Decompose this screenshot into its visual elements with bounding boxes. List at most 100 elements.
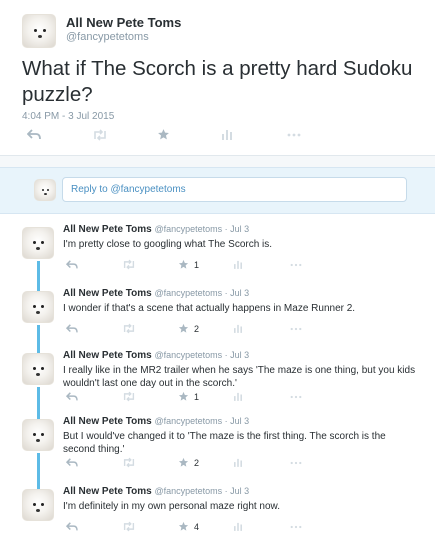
author-meta[interactable]: @fancypetetoms · Jul 3 (155, 288, 250, 298)
author-name[interactable]: All New Pete Toms (63, 224, 152, 235)
retweet-button[interactable] (92, 128, 157, 141)
retweet-button[interactable] (122, 457, 178, 468)
reply-text: But I would've changed it to 'The maze i… (63, 431, 386, 455)
favorite-count: 2 (194, 457, 200, 468)
reply-icon (66, 391, 78, 402)
more-icon (290, 263, 302, 267)
author-handle[interactable]: @fancypetetoms (66, 31, 149, 43)
more-button[interactable] (290, 263, 346, 267)
stats-icon (234, 392, 242, 401)
tweet-timestamp[interactable]: 4:04 PM - 3 Jul 2015 (22, 111, 114, 122)
author-name[interactable]: All New Pete Toms (63, 486, 152, 497)
author-meta[interactable]: @fancypetetoms · Jul 3 (155, 350, 250, 360)
author-meta[interactable]: @fancypetetoms · Jul 3 (155, 416, 250, 426)
retweet-icon (122, 259, 136, 270)
stats-button[interactable] (234, 392, 290, 401)
tweet-actions (27, 128, 352, 141)
reply-button[interactable] (66, 259, 122, 270)
more-button[interactable] (290, 525, 346, 529)
avatar[interactable] (22, 489, 54, 521)
author-meta[interactable]: @fancypetetoms · Jul 3 (155, 486, 250, 496)
reply-button[interactable] (27, 128, 92, 141)
reply-icon (66, 521, 78, 532)
retweet-icon (92, 128, 108, 141)
author-name[interactable]: All New Pete Toms (63, 350, 152, 361)
favorite-button[interactable]: 2 (178, 457, 234, 468)
reply-button[interactable] (66, 323, 122, 334)
stats-button[interactable] (234, 458, 290, 467)
avatar (34, 179, 56, 201)
author-name[interactable]: All New Pete Toms (66, 15, 181, 30)
stats-button[interactable] (234, 522, 290, 531)
tweet-actions: 2 (66, 323, 346, 334)
more-button[interactable] (290, 461, 346, 465)
more-button[interactable] (290, 327, 346, 331)
author-meta[interactable]: @fancypetetoms · Jul 3 (155, 224, 250, 234)
reply-button[interactable] (66, 457, 122, 468)
retweet-icon (122, 323, 136, 334)
tweet-actions: 2 (66, 457, 346, 468)
reply-bar: Reply to @fancypetetoms (0, 167, 435, 214)
reply-header: All New Pete Toms @fancypetetoms · Jul 3 (63, 224, 249, 235)
reply-tweet: All New Pete Toms @fancypetetoms · Jul 3… (0, 285, 435, 353)
favorite-button[interactable]: 1 (178, 391, 234, 402)
reply-text: I really like in the MR2 trailer when he… (63, 365, 416, 389)
favorite-icon (178, 259, 189, 270)
reply-input[interactable]: Reply to @fancypetetoms (62, 177, 407, 202)
more-button[interactable] (287, 133, 352, 137)
favorite-icon (178, 323, 189, 334)
avatar[interactable] (22, 291, 54, 323)
more-icon (290, 395, 302, 399)
retweet-icon (122, 391, 136, 402)
reply-icon (66, 323, 78, 334)
reply-icon (27, 128, 41, 141)
reply-header: All New Pete Toms @fancypetetoms · Jul 3 (63, 288, 249, 299)
favorite-count: 4 (194, 521, 200, 532)
retweet-button[interactable] (122, 521, 178, 532)
avatar[interactable] (22, 227, 54, 259)
favorite-icon (178, 391, 189, 402)
favorite-icon (178, 457, 189, 468)
more-icon (290, 461, 302, 465)
reply-button[interactable] (66, 521, 122, 532)
favorite-count: 1 (194, 259, 200, 270)
reply-text: I'm definitely in my own personal maze r… (63, 501, 281, 512)
reply-header: All New Pete Toms @fancypetetoms · Jul 3 (63, 416, 249, 427)
reply-tweet: All New Pete Toms @fancypetetoms · Jul 3… (0, 483, 435, 547)
author-name[interactable]: All New Pete Toms (63, 416, 152, 427)
stats-icon (234, 522, 242, 531)
favorite-button[interactable]: 1 (178, 259, 234, 270)
retweet-button[interactable] (122, 259, 178, 270)
retweet-button[interactable] (122, 391, 178, 402)
more-icon (290, 327, 302, 331)
avatar[interactable] (22, 353, 54, 385)
reply-tweet: All New Pete Toms @fancypetetoms · Jul 3… (0, 221, 435, 291)
favorite-button[interactable]: 2 (178, 323, 234, 334)
stats-button[interactable] (234, 324, 290, 333)
avatar[interactable] (22, 14, 56, 48)
reply-header: All New Pete Toms @fancypetetoms · Jul 3 (63, 350, 249, 361)
reply-text: I wonder if that's a scene that actually… (63, 303, 356, 314)
stats-button[interactable] (234, 260, 290, 269)
tweet-actions: 1 (66, 391, 346, 402)
reply-tweet: All New Pete Toms @fancypetetoms · Jul 3… (0, 413, 435, 489)
reply-button[interactable] (66, 391, 122, 402)
favorite-icon (157, 128, 170, 141)
more-button[interactable] (290, 395, 346, 399)
avatar[interactable] (22, 419, 54, 451)
reply-icon (66, 259, 78, 270)
retweet-icon (122, 457, 136, 468)
favorite-button[interactable] (157, 128, 222, 141)
favorite-icon (178, 521, 189, 532)
retweet-button[interactable] (122, 323, 178, 334)
stats-button[interactable] (222, 129, 287, 140)
main-tweet: All New Pete Toms @fancypetetoms What if… (0, 0, 435, 155)
more-icon (287, 133, 301, 137)
stats-icon (234, 260, 242, 269)
tweet-actions: 1 (66, 259, 346, 270)
reply-icon (66, 457, 78, 468)
retweet-icon (122, 521, 136, 532)
favorite-button[interactable]: 4 (178, 521, 234, 532)
stats-icon (234, 458, 242, 467)
author-name[interactable]: All New Pete Toms (63, 288, 152, 299)
